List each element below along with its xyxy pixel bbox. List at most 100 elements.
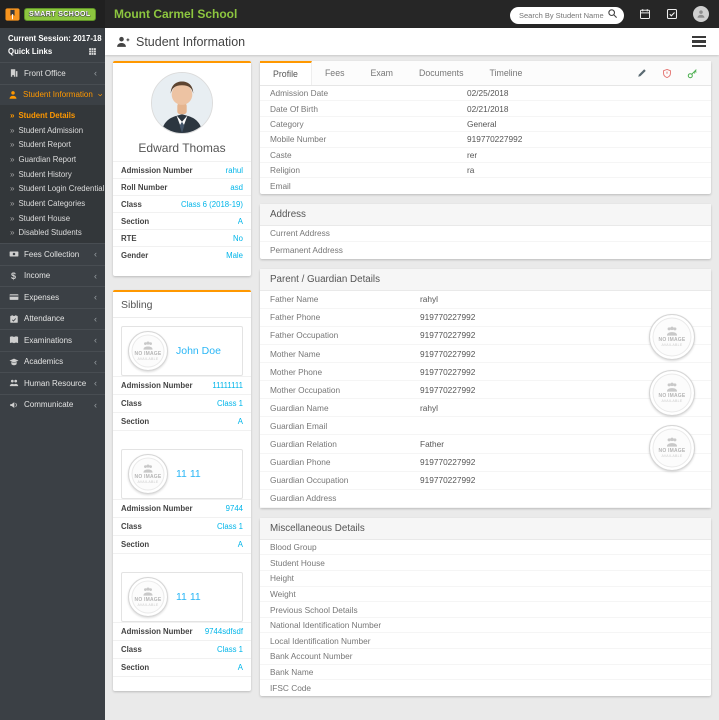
submenu-item-student-house[interactable]: Student House <box>0 211 105 226</box>
detail-row: Father Occupation 919770227992 <box>260 327 711 346</box>
search-icon[interactable] <box>607 8 618 19</box>
sidebar-item-examinations[interactable]: Examinations <box>0 329 105 351</box>
graduation-cap-icon <box>8 357 19 367</box>
detail-row: Guardian Email <box>260 417 711 436</box>
student-summary-column: Edward Thomas Admission Number rahul Roll… <box>113 61 251 691</box>
detail-row: Guardian Phone 919770227992 <box>260 454 711 472</box>
page-title: Student Information <box>116 35 245 49</box>
submenu-item-student-report[interactable]: Student Report <box>0 137 105 152</box>
school-name: Mount Carmel School <box>114 7 238 21</box>
tab-timeline[interactable]: Timeline <box>477 61 536 85</box>
sidebar-item-label: Expenses <box>24 292 60 302</box>
profile-row: Gender Male <box>113 246 251 263</box>
sibling-name[interactable]: 11 11 <box>176 468 201 480</box>
submenu-item-guardian-report[interactable]: Guardian Report <box>0 152 105 167</box>
content-area: Edward Thomas Admission Number rahul Roll… <box>105 55 719 720</box>
sibling-row: Class Class 1 <box>113 517 251 535</box>
tab-documents[interactable]: Documents <box>406 61 477 85</box>
sidebar-item-income[interactable]: Income <box>0 264 105 287</box>
detail-row: Religion ra <box>260 163 711 179</box>
sidebar-item-label: Academics <box>24 357 64 367</box>
submenu-label: Guardian Report <box>18 154 77 164</box>
sibling-entry[interactable]: NO IMAGE AVAILABLE 11 11 <box>121 572 243 622</box>
student-icon <box>8 90 18 100</box>
sidebar-item-front-office[interactable]: Front Office <box>0 62 105 84</box>
building-icon <box>8 68 19 78</box>
submenu-item-student-details[interactable]: Student Details <box>0 108 105 123</box>
submenu-item-student-login-credential[interactable]: Student Login Credential <box>0 181 105 196</box>
sidebar-item-human-resource[interactable]: Human Resource <box>0 372 105 394</box>
sibling-entry[interactable]: NO IMAGE AVAILABLE 11 11 <box>121 449 243 499</box>
edit-icon[interactable] <box>637 68 647 78</box>
tab-actions <box>637 61 711 85</box>
detail-row: Guardian Occupation 919770227992 <box>260 472 711 490</box>
user-avatar-icon[interactable] <box>693 6 709 22</box>
sidebar-item-expenses[interactable]: Expenses <box>0 286 105 308</box>
detail-row: Bank Name <box>260 665 711 681</box>
profile-row: Class Class 6 (2018-19) <box>113 195 251 212</box>
submenu-item-disabled-students[interactable]: Disabled Students <box>0 226 105 241</box>
submenu-item-student-categories[interactable]: Student Categories <box>0 196 105 211</box>
sibling-card: Sibling NO IMAGE AVAILABLE John Doe Admi… <box>113 290 251 691</box>
guardian-section-title: Parent / Guardian Details <box>260 268 711 291</box>
student-name: Edward Thomas <box>138 141 226 155</box>
logo-text: SMART SCHOOL <box>24 7 96 21</box>
submenu-item-student-admission[interactable]: Student Admission <box>0 123 105 138</box>
session-label: Current Session: 2017-18 <box>8 34 102 43</box>
profile-details-card: Profile Fees Exam Documents Timeline Adm… <box>260 61 711 194</box>
sibling-row: Admission Number 9744sdfsdf <box>113 622 251 640</box>
calendar-check-icon <box>8 314 19 324</box>
sibling-row: Admission Number 11111111 <box>113 376 251 394</box>
hamburger-menu-icon[interactable] <box>690 33 708 51</box>
detail-row: Blood Group <box>260 540 711 556</box>
submenu-label: Student House <box>18 213 71 223</box>
detail-row: Mother Occupation 919770227992 <box>260 381 711 400</box>
row-label: Section <box>121 216 150 226</box>
quick-links-label: Quick Links <box>8 47 53 56</box>
row-label: Class <box>121 199 142 209</box>
topbar-actions <box>510 5 719 24</box>
detail-row: Mobile Number 919770227992 <box>260 132 711 148</box>
tab-fees[interactable]: Fees <box>312 61 358 85</box>
disable-icon[interactable] <box>662 68 672 79</box>
sidebar-item-label: Front Office <box>24 68 66 78</box>
sidebar-item-student-information[interactable]: Student Information <box>0 83 105 106</box>
submenu-label: Student Categories <box>18 198 86 208</box>
misc-card: Miscellaneous Details Blood Group Studen… <box>260 517 711 696</box>
detail-row: Father Name rahyl <box>260 291 711 309</box>
sidebar-item-label: Income <box>24 271 51 281</box>
row-value: asd <box>230 182 243 192</box>
row-label: Gender <box>121 250 149 260</box>
book-icon <box>8 335 19 345</box>
detail-row: Permanent Address <box>270 245 343 256</box>
submenu-label: Student Details <box>18 110 76 120</box>
password-icon[interactable] <box>687 68 698 79</box>
sibling-name[interactable]: 11 11 <box>176 591 201 603</box>
student-information-submenu: Student Details Student Admission Studen… <box>0 105 105 244</box>
sidebar-item-fees-collection[interactable]: Fees Collection <box>0 243 105 265</box>
quick-links: Quick Links <box>0 44 105 62</box>
calendar-icon[interactable] <box>639 8 651 20</box>
submenu-item-student-history[interactable]: Student History <box>0 167 105 182</box>
sibling-row: Class Class 1 <box>113 394 251 412</box>
tasks-icon[interactable] <box>666 8 678 20</box>
tab-profile[interactable]: Profile <box>260 61 312 85</box>
detail-row: IFSC Code <box>270 683 312 693</box>
sidebar-item-academics[interactable]: Academics <box>0 350 105 373</box>
sibling-name[interactable]: John Doe <box>176 345 221 357</box>
detail-row: Guardian Relation Father <box>260 435 711 454</box>
detail-row: Height <box>260 571 711 587</box>
app-logo[interactable]: SMART SCHOOL <box>0 0 105 28</box>
grid-icon[interactable] <box>88 47 97 56</box>
sidebar-item-attendance[interactable]: Attendance <box>0 307 105 330</box>
tab-exam[interactable]: Exam <box>358 61 407 85</box>
sibling-entry[interactable]: NO IMAGE AVAILABLE John Doe <box>121 326 243 376</box>
book-logo-icon <box>5 7 20 22</box>
guardian-no-image-icon: NO IMAGE AVAILABLE <box>649 424 695 471</box>
detail-row: Bank Account Number <box>260 649 711 665</box>
topbar: SMART SCHOOL Mount Carmel School <box>0 0 719 28</box>
sibling-row: Section A <box>113 535 251 553</box>
profile-row: Admission Number rahul <box>113 161 251 178</box>
sidebar-item-communicate[interactable]: Communicate <box>0 393 105 416</box>
detail-row: Date Of Birth 02/21/2018 <box>260 101 711 117</box>
